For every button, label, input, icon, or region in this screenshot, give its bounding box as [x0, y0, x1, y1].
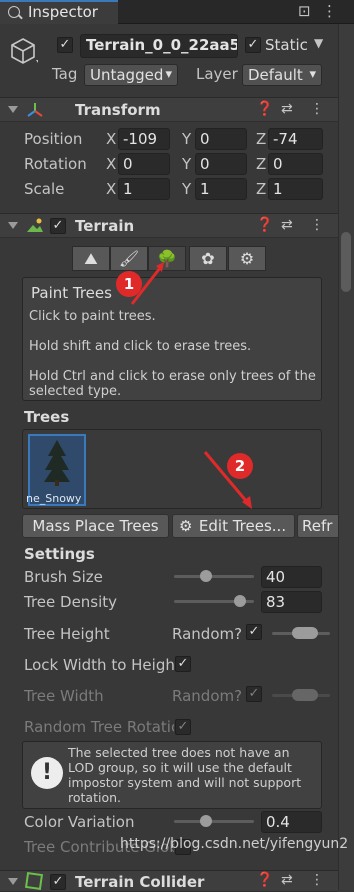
annotation-arrows — [130, 262, 252, 509]
annotation-marker-1: 1 — [116, 271, 142, 297]
annotation-marker-2: 2 — [227, 453, 253, 479]
